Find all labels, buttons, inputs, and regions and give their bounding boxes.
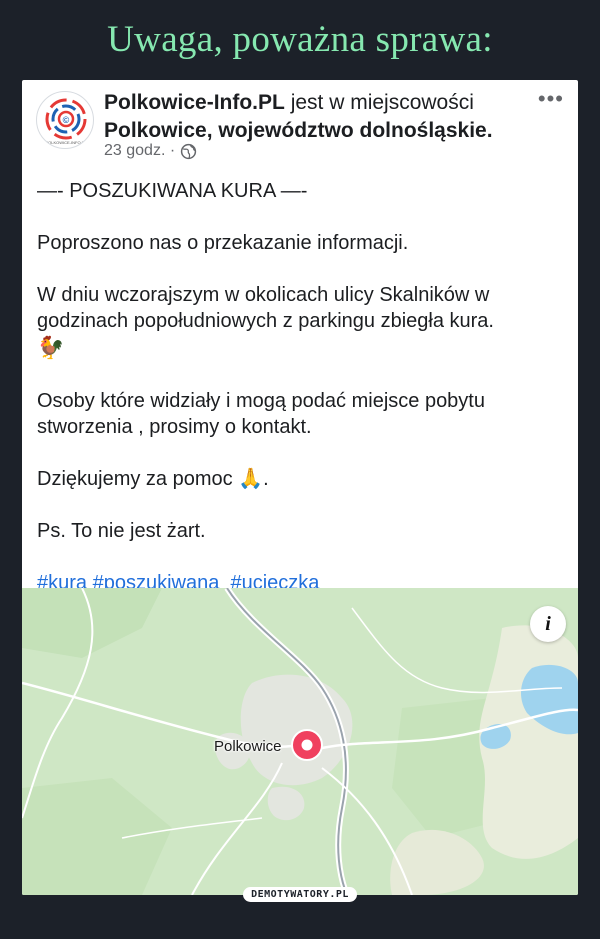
polkowice-info-logo-icon: © POLKOWICE-INFO.PL (45, 98, 87, 145)
rooster-emoji-icon: 🐓 (37, 335, 65, 360)
post-line: —- POSZUKIWANA KURA —- (37, 180, 308, 202)
post-line: godzinach popołudniowych z parkingu zbie… (37, 310, 494, 332)
page-avatar[interactable]: © POLKOWICE-INFO.PL (36, 91, 94, 149)
post-headline: Polkowice-Info.PL jest w miejscowości Po… (104, 89, 524, 145)
post-body: —- POSZUKIWANA KURA —- Poproszono nas o … (37, 178, 557, 596)
watermark-label: DEMOTYWATORY.PL (243, 887, 357, 902)
post-meta: 23 godz. · (104, 142, 197, 160)
map-info-button[interactable]: i (530, 606, 566, 642)
author-name[interactable]: Polkowice-Info.PL (104, 91, 285, 114)
post-line: Dziękujemy za pomoc 🙏. (37, 468, 269, 490)
post-line: Osoby które widziały i mogą podać miejsc… (37, 390, 485, 412)
facebook-post: © POLKOWICE-INFO.PL Polkowice-Info.PL je… (22, 80, 578, 895)
post-line: stworzenia , prosimy o kontakt. (37, 416, 312, 438)
post-line-gap (37, 492, 557, 518)
location-map[interactable]: i Polkowice (22, 588, 578, 895)
post-line-gap (37, 362, 557, 388)
globe-icon (180, 143, 197, 160)
watermark: DEMOTYWATORY.PL (0, 887, 600, 906)
post-line-gap (37, 256, 557, 282)
map-place-label: Polkowice (214, 738, 282, 755)
post-time[interactable]: 23 godz. · (104, 142, 175, 160)
post-line-gap (37, 204, 557, 230)
post-line-gap (37, 440, 557, 466)
action-text: jest w miejscowości (284, 91, 474, 114)
post-header: © POLKOWICE-INFO.PL Polkowice-Info.PL je… (22, 80, 578, 172)
post-line: Poproszono nas o przekazanie informacji. (37, 232, 409, 254)
post-line-gap (37, 544, 557, 570)
svg-text:©: © (63, 115, 70, 125)
post-line: Ps. To nie jest żart. (37, 520, 206, 542)
svg-text:POLKOWICE-INFO.PL: POLKOWICE-INFO.PL (45, 140, 87, 145)
more-options-button[interactable]: ••• (538, 86, 564, 112)
location-link[interactable]: Polkowice, województwo dolnośląskie. (104, 119, 493, 142)
location-pin-icon[interactable] (290, 728, 324, 762)
page-title: Uwaga, poważna sprawa: (107, 19, 493, 60)
post-line: W dniu wczorajszym w okolicach ulicy Ska… (37, 284, 490, 306)
